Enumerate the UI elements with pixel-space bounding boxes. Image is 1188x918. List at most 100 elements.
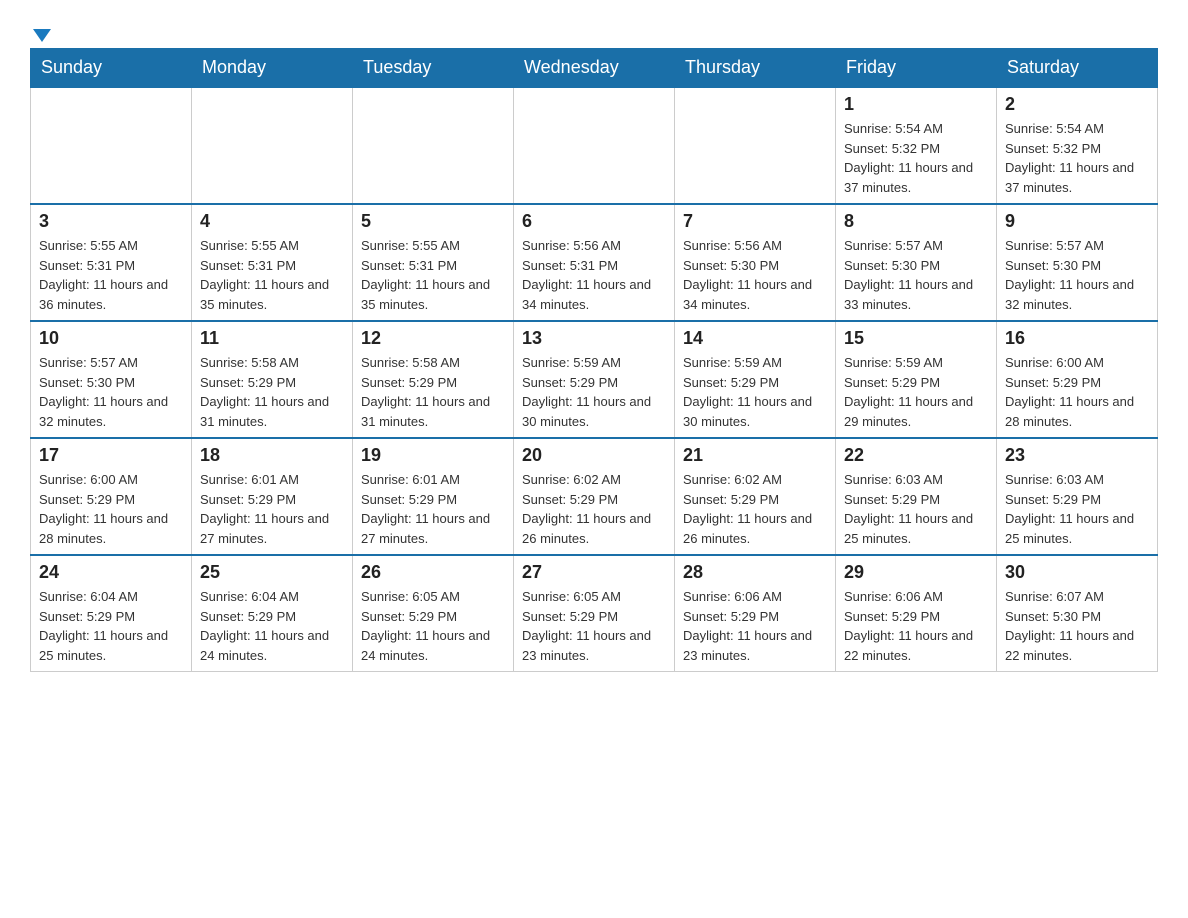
day-info: Sunrise: 5:57 AM Sunset: 5:30 PM Dayligh… xyxy=(844,236,988,314)
calendar-cell: 16 Sunrise: 6:00 AM Sunset: 5:29 PM Dayli… xyxy=(997,321,1158,438)
day-info: Sunrise: 6:03 AM Sunset: 5:29 PM Dayligh… xyxy=(844,470,988,548)
day-info: Sunrise: 5:55 AM Sunset: 5:31 PM Dayligh… xyxy=(200,236,344,314)
day-info: Sunrise: 5:56 AM Sunset: 5:30 PM Dayligh… xyxy=(683,236,827,314)
day-info: Sunrise: 6:06 AM Sunset: 5:29 PM Dayligh… xyxy=(683,587,827,665)
calendar-cell: 18Sunrise: 6:01 AM Sunset: 5:29 PM Dayli… xyxy=(192,438,353,555)
calendar-cell: 28 Sunrise: 6:06 AM Sunset: 5:29 PM Dayli… xyxy=(675,555,836,672)
week-row-1: 1 Sunrise: 5:54 AM Sunset: 5:32 PM Daylig… xyxy=(31,87,1158,204)
day-info: Sunrise: 6:06 AM Sunset: 5:29 PM Dayligh… xyxy=(844,587,988,665)
day-number: 11 xyxy=(200,328,344,349)
day-number: 23 xyxy=(1005,445,1149,466)
day-number: 26 xyxy=(361,562,505,583)
day-info: Sunrise: 6:02 AM Sunset: 5:29 PM Dayligh… xyxy=(522,470,666,548)
day-info: Sunrise: 5:57 AM Sunset: 5:30 PM Dayligh… xyxy=(39,353,183,431)
calendar-cell xyxy=(31,87,192,204)
calendar-cell: 15 Sunrise: 5:59 AM Sunset: 5:29 PM Dayli… xyxy=(836,321,997,438)
day-number: 1 xyxy=(844,94,988,115)
day-number: 5 xyxy=(361,211,505,232)
calendar-cell: 7 Sunrise: 5:56 AM Sunset: 5:30 PM Daylig… xyxy=(675,204,836,321)
day-number: 15 xyxy=(844,328,988,349)
day-info: Sunrise: 5:59 AM Sunset: 5:29 PM Dayligh… xyxy=(522,353,666,431)
week-row-3: 10 Sunrise: 5:57 AM Sunset: 5:30 PM Dayli… xyxy=(31,321,1158,438)
day-number: 20 xyxy=(522,445,666,466)
day-info: Sunrise: 6:05 AM Sunset: 5:29 PM Dayligh… xyxy=(361,587,505,665)
logo xyxy=(30,20,51,38)
weekday-header-friday: Friday xyxy=(836,49,997,88)
calendar-cell: 12Sunrise: 5:58 AM Sunset: 5:29 PM Dayli… xyxy=(353,321,514,438)
calendar-cell: 20 Sunrise: 6:02 AM Sunset: 5:29 PM Dayli… xyxy=(514,438,675,555)
calendar-cell: 21 Sunrise: 6:02 AM Sunset: 5:29 PM Dayli… xyxy=(675,438,836,555)
day-info: Sunrise: 5:55 AM Sunset: 5:31 PM Dayligh… xyxy=(361,236,505,314)
day-info: Sunrise: 5:59 AM Sunset: 5:29 PM Dayligh… xyxy=(683,353,827,431)
calendar-cell: 10 Sunrise: 5:57 AM Sunset: 5:30 PM Dayli… xyxy=(31,321,192,438)
calendar-cell: 3 Sunrise: 5:55 AM Sunset: 5:31 PM Daylig… xyxy=(31,204,192,321)
day-number: 7 xyxy=(683,211,827,232)
calendar-cell xyxy=(353,87,514,204)
day-info: Sunrise: 6:04 AM Sunset: 5:29 PM Dayligh… xyxy=(200,587,344,665)
day-info: Sunrise: 5:54 AM Sunset: 5:32 PM Dayligh… xyxy=(1005,119,1149,197)
calendar-cell: 13 Sunrise: 5:59 AM Sunset: 5:29 PM Dayli… xyxy=(514,321,675,438)
calendar-table: SundayMondayTuesdayWednesdayThursdayFrid… xyxy=(30,48,1158,672)
day-number: 19 xyxy=(361,445,505,466)
calendar-cell: 6Sunrise: 5:56 AM Sunset: 5:31 PM Daylig… xyxy=(514,204,675,321)
weekday-header-thursday: Thursday xyxy=(675,49,836,88)
day-number: 12 xyxy=(361,328,505,349)
day-number: 6 xyxy=(522,211,666,232)
day-info: Sunrise: 5:59 AM Sunset: 5:29 PM Dayligh… xyxy=(844,353,988,431)
calendar-cell: 9 Sunrise: 5:57 AM Sunset: 5:30 PM Daylig… xyxy=(997,204,1158,321)
weekday-header-saturday: Saturday xyxy=(997,49,1158,88)
day-info: Sunrise: 5:55 AM Sunset: 5:31 PM Dayligh… xyxy=(39,236,183,314)
calendar-cell: 29 Sunrise: 6:06 AM Sunset: 5:29 PM Dayli… xyxy=(836,555,997,672)
calendar-cell: 2Sunrise: 5:54 AM Sunset: 5:32 PM Daylig… xyxy=(997,87,1158,204)
day-info: Sunrise: 6:00 AM Sunset: 5:29 PM Dayligh… xyxy=(1005,353,1149,431)
day-number: 21 xyxy=(683,445,827,466)
day-number: 13 xyxy=(522,328,666,349)
week-row-4: 17 Sunrise: 6:00 AM Sunset: 5:29 PM Dayli… xyxy=(31,438,1158,555)
calendar-cell: 27 Sunrise: 6:05 AM Sunset: 5:29 PM Dayli… xyxy=(514,555,675,672)
calendar-cell: 4 Sunrise: 5:55 AM Sunset: 5:31 PM Daylig… xyxy=(192,204,353,321)
day-number: 24 xyxy=(39,562,183,583)
week-row-5: 24 Sunrise: 6:04 AM Sunset: 5:29 PM Dayli… xyxy=(31,555,1158,672)
day-info: Sunrise: 5:58 AM Sunset: 5:29 PM Dayligh… xyxy=(200,353,344,431)
calendar-cell: 26 Sunrise: 6:05 AM Sunset: 5:29 PM Dayli… xyxy=(353,555,514,672)
day-info: Sunrise: 6:07 AM Sunset: 5:30 PM Dayligh… xyxy=(1005,587,1149,665)
calendar-cell xyxy=(514,87,675,204)
weekday-header-sunday: Sunday xyxy=(31,49,192,88)
calendar-cell: 1 Sunrise: 5:54 AM Sunset: 5:32 PM Daylig… xyxy=(836,87,997,204)
weekday-header-wednesday: Wednesday xyxy=(514,49,675,88)
day-number: 16 xyxy=(1005,328,1149,349)
weekday-header-tuesday: Tuesday xyxy=(353,49,514,88)
day-number: 17 xyxy=(39,445,183,466)
day-number: 8 xyxy=(844,211,988,232)
day-info: Sunrise: 6:04 AM Sunset: 5:29 PM Dayligh… xyxy=(39,587,183,665)
day-number: 28 xyxy=(683,562,827,583)
calendar-cell: 11 Sunrise: 5:58 AM Sunset: 5:29 PM Dayli… xyxy=(192,321,353,438)
calendar-cell xyxy=(675,87,836,204)
day-info: Sunrise: 6:03 AM Sunset: 5:29 PM Dayligh… xyxy=(1005,470,1149,548)
day-info: Sunrise: 6:01 AM Sunset: 5:29 PM Dayligh… xyxy=(361,470,505,548)
day-info: Sunrise: 6:02 AM Sunset: 5:29 PM Dayligh… xyxy=(683,470,827,548)
day-info: Sunrise: 6:00 AM Sunset: 5:29 PM Dayligh… xyxy=(39,470,183,548)
calendar-cell: 14Sunrise: 5:59 AM Sunset: 5:29 PM Dayli… xyxy=(675,321,836,438)
day-info: Sunrise: 5:57 AM Sunset: 5:30 PM Dayligh… xyxy=(1005,236,1149,314)
calendar-cell: 19 Sunrise: 6:01 AM Sunset: 5:29 PM Dayli… xyxy=(353,438,514,555)
day-number: 29 xyxy=(844,562,988,583)
day-number: 30 xyxy=(1005,562,1149,583)
calendar-cell: 8 Sunrise: 5:57 AM Sunset: 5:30 PM Daylig… xyxy=(836,204,997,321)
calendar-cell: 5 Sunrise: 5:55 AM Sunset: 5:31 PM Daylig… xyxy=(353,204,514,321)
day-number: 9 xyxy=(1005,211,1149,232)
day-number: 27 xyxy=(522,562,666,583)
day-number: 10 xyxy=(39,328,183,349)
day-number: 4 xyxy=(200,211,344,232)
day-info: Sunrise: 6:05 AM Sunset: 5:29 PM Dayligh… xyxy=(522,587,666,665)
weekday-header-row: SundayMondayTuesdayWednesdayThursdayFrid… xyxy=(31,49,1158,88)
calendar-cell: 23 Sunrise: 6:03 AM Sunset: 5:29 PM Dayli… xyxy=(997,438,1158,555)
day-number: 3 xyxy=(39,211,183,232)
weekday-header-monday: Monday xyxy=(192,49,353,88)
calendar-cell xyxy=(192,87,353,204)
calendar-cell: 24 Sunrise: 6:04 AM Sunset: 5:29 PM Dayli… xyxy=(31,555,192,672)
logo-triangle-icon xyxy=(33,29,51,42)
week-row-2: 3 Sunrise: 5:55 AM Sunset: 5:31 PM Daylig… xyxy=(31,204,1158,321)
day-number: 22 xyxy=(844,445,988,466)
day-info: Sunrise: 5:54 AM Sunset: 5:32 PM Dayligh… xyxy=(844,119,988,197)
